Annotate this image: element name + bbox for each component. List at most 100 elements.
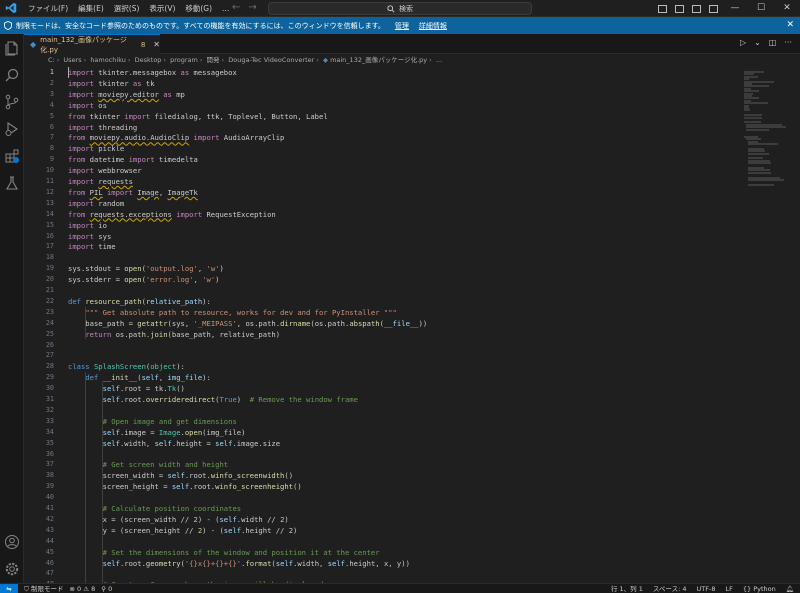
banner-details-link[interactable]: 詳細情報 xyxy=(419,21,447,31)
code-line[interactable]: def __init__(self, img_file): xyxy=(68,372,211,383)
code-line[interactable]: base_path = getattr(sys, '_MEIPASS', os.… xyxy=(68,318,427,329)
code-token: sys xyxy=(93,231,112,241)
breadcrumb-item[interactable]: main_132_画像パッケージ化.py xyxy=(330,56,427,64)
code-line[interactable]: self.width, self.height = self.image.siz… xyxy=(68,438,280,449)
language-mode[interactable]: {} Python xyxy=(743,584,776,593)
menu-edit[interactable]: 編集(E) xyxy=(73,0,109,17)
close-window-icon[interactable]: ✕ xyxy=(774,0,800,17)
run-python-file-icon[interactable]: ▷ xyxy=(740,38,746,47)
code-token: ): xyxy=(176,362,185,372)
code-line[interactable]: def resource_path(relative_path): xyxy=(68,296,211,307)
line-number: 12 xyxy=(45,187,54,196)
code-token: resource_path xyxy=(85,296,142,306)
code-token: pickle xyxy=(93,144,125,154)
code-line[interactable]: import pickle xyxy=(68,143,124,154)
code-line[interactable]: import webbrowser xyxy=(68,165,142,176)
code-line[interactable]: self.root.geometry('{}x{}+{}+{}'.format(… xyxy=(68,558,410,569)
code-line[interactable]: import sys xyxy=(68,231,111,242)
notifications-bell-icon[interactable]: 🔔︎ xyxy=(786,584,794,593)
ports-status[interactable]: ⚲ 0 xyxy=(101,585,112,593)
breadcrumb-item[interactable]: C: xyxy=(48,56,55,64)
code-line[interactable]: # Calculate position coordinates xyxy=(68,503,241,514)
toggle-primary-sidebar-icon[interactable] xyxy=(658,4,667,13)
code-editor[interactable]: 1 2 3 4 5 6 7 8 9 10 11 12 13 14 15 16 17 18 19 20 21 22 23 24 2… xyxy=(24,67,800,583)
code-line[interactable]: """ Get absolute path to resource, works… xyxy=(68,307,397,318)
code-line[interactable]: # Get screen width and height xyxy=(68,459,229,470)
customize-layout-icon[interactable] xyxy=(709,4,718,13)
code-line[interactable]: import os xyxy=(68,100,107,111)
account-icon[interactable] xyxy=(4,534,20,550)
line-number: 34 xyxy=(45,427,54,436)
tab-main-file[interactable]: ◆ main_132_画像パッケージ化.py 8 ✕ xyxy=(24,34,160,54)
run-dropdown-icon[interactable]: ⌄ xyxy=(754,38,761,47)
code-line[interactable]: import time xyxy=(68,241,116,252)
explorer-icon[interactable] xyxy=(4,40,20,56)
breadcrumb-item[interactable]: Douga-Tec VideoConverter xyxy=(228,56,314,64)
code-token: import xyxy=(68,144,94,154)
cursor-position[interactable]: 行 1、列 1 xyxy=(611,584,643,593)
code-line[interactable]: import tkinter as tk xyxy=(68,78,155,89)
breadcrumb-item[interactable]: 開発 xyxy=(207,56,220,64)
breadcrumb-item[interactable]: Desktop xyxy=(135,56,162,64)
code-token: import xyxy=(176,209,203,219)
testing-flask-icon[interactable] xyxy=(4,175,20,191)
back-arrow-icon[interactable]: ← xyxy=(232,2,248,13)
maximize-icon[interactable]: ☐ xyxy=(748,0,774,17)
more-actions-icon[interactable]: ··· xyxy=(784,38,792,47)
breadcrumb-item[interactable]: program xyxy=(170,56,198,64)
banner-close-icon[interactable]: ✕ xyxy=(786,20,794,30)
encoding[interactable]: UTF-8 xyxy=(697,584,716,593)
breadcrumb-item[interactable]: hamochiku xyxy=(90,56,126,64)
breadcrumb-item[interactable]: Users xyxy=(63,56,81,64)
forward-arrow-icon[interactable]: → xyxy=(248,2,264,13)
problems-status[interactable]: ⊗ 0 ⚠ 8 xyxy=(69,585,95,593)
code-token: io xyxy=(93,220,107,230)
menu-file[interactable]: ファイル(F) xyxy=(23,0,73,17)
code-token: from xyxy=(68,155,86,165)
breadcrumb-item[interactable]: ... xyxy=(436,56,442,64)
minimap[interactable] xyxy=(740,67,800,583)
source-control-icon[interactable] xyxy=(4,94,20,110)
search-sidebar-icon[interactable] xyxy=(4,67,20,83)
menu-view[interactable]: 表示(V) xyxy=(144,0,180,17)
code-line[interactable]: from tkinter import filedialog, ttk, Top… xyxy=(68,111,328,122)
code-line[interactable]: from requests.exceptions import RequestE… xyxy=(68,209,276,220)
restricted-mode-status[interactable]: ⛉ 制限モード xyxy=(24,583,63,593)
settings-gear-icon[interactable] xyxy=(4,561,20,577)
code-line[interactable]: sys.stdout = open('output.log', 'w') xyxy=(68,263,224,274)
menu-go[interactable]: 移動(G) xyxy=(180,0,217,17)
code-line[interactable]: from PIL import Image, ImageTk xyxy=(68,187,198,198)
code-line[interactable]: class SplashScreen(object): xyxy=(68,361,185,372)
toggle-secondary-sidebar-icon[interactable] xyxy=(692,4,701,13)
command-center-search[interactable]: 検索 xyxy=(268,2,532,15)
code-token: True xyxy=(219,395,237,404)
extensions-icon[interactable] xyxy=(4,148,20,164)
tab-close-icon[interactable]: ✕ xyxy=(153,40,160,49)
code-line[interactable]: # Open image and get dimensions xyxy=(68,416,237,427)
split-editor-icon[interactable]: ◫ xyxy=(769,38,777,47)
code-line[interactable]: import tkinter.messagebox as messagebox xyxy=(68,67,237,78)
code-line[interactable]: import threading xyxy=(68,122,137,133)
code-line[interactable]: import random xyxy=(68,198,124,209)
code-line[interactable]: sys.stderr = open('error.log', 'w') xyxy=(68,274,219,285)
code-line[interactable]: import io xyxy=(68,220,107,231)
code-line[interactable]: # Set the dimensions of the window and p… xyxy=(68,547,380,558)
remote-indicator-icon[interactable]: ⇋ xyxy=(0,583,18,593)
indentation[interactable]: スペース: 4 xyxy=(653,584,687,593)
toggle-panel-icon[interactable] xyxy=(675,4,684,13)
code-line[interactable]: import requests xyxy=(68,176,133,187)
run-and-debug-icon[interactable] xyxy=(4,121,20,137)
minimize-icon[interactable]: — xyxy=(722,0,748,17)
code-line[interactable]: self.root.overrideredirect(True) # Remov… xyxy=(68,394,358,405)
code-line[interactable]: return os.path.join(base_path, relative_… xyxy=(68,329,280,340)
code-line[interactable]: from moviepy.audio.AudioClip import Audi… xyxy=(68,132,284,143)
code-line[interactable]: import moviepy.editor as mp xyxy=(68,89,185,100)
banner-manage-link[interactable]: 管理 xyxy=(395,21,409,31)
menu-selection[interactable]: 選択(S) xyxy=(109,0,145,17)
code-line[interactable]: from datetime import timedelta xyxy=(68,154,198,165)
code-token: Image xyxy=(137,187,159,197)
code-token: self xyxy=(102,384,120,394)
end-of-line[interactable]: LF xyxy=(725,584,732,593)
code-line[interactable]: screen_height = self.root.winfo_screenhe… xyxy=(68,481,302,492)
code-line[interactable]: self.image = Image.open(img_file) xyxy=(68,427,246,438)
